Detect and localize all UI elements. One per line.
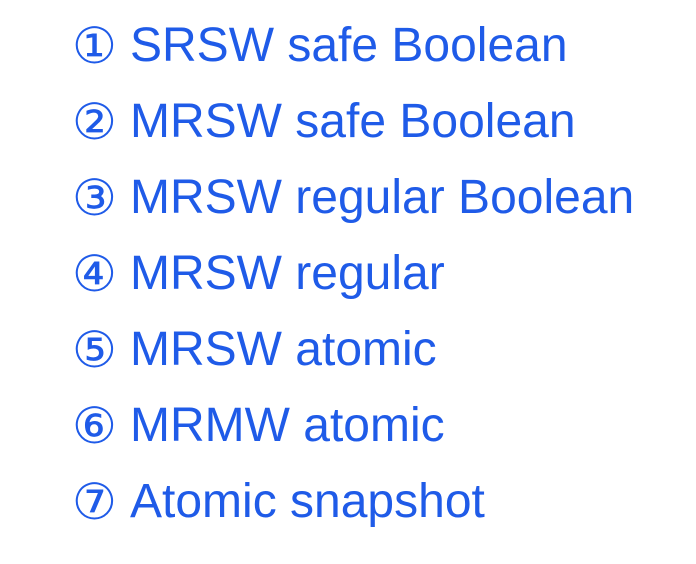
item-number-5: ⑤ [72,322,117,378]
item-number-7: ⑦ [72,474,117,530]
item-number-6: ⑥ [72,398,117,454]
item-number-3: ③ [72,170,117,226]
item-label-1: SRSW safe Boolean [130,19,568,72]
item-label-7: Atomic snapshot [130,475,485,528]
item-label-5: MRSW atomic [130,323,437,376]
item-number-2: ② [72,94,117,150]
item-label-3: MRSW regular Boolean [130,171,635,224]
item-label-2: MRSW safe Boolean [130,95,576,148]
item-number-1: ① [72,18,117,74]
item-number-4: ④ [72,246,117,302]
list-item-5: ⑤ MRSW atomic [72,312,634,388]
list-item-4: ④ MRSW regular [72,236,634,312]
list-item-3: ③ MRSW regular Boolean [72,160,634,236]
register-construction-list: ① SRSW safe Boolean ② MRSW safe Boolean … [72,8,634,540]
list-item-2: ② MRSW safe Boolean [72,84,634,160]
list-item-6: ⑥ MRMW atomic [72,388,634,464]
list-item-7: ⑦ Atomic snapshot [72,464,634,540]
item-label-4: MRSW regular [130,247,445,300]
item-label-6: MRMW atomic [130,399,445,452]
list-item-1: ① SRSW safe Boolean [72,8,634,84]
